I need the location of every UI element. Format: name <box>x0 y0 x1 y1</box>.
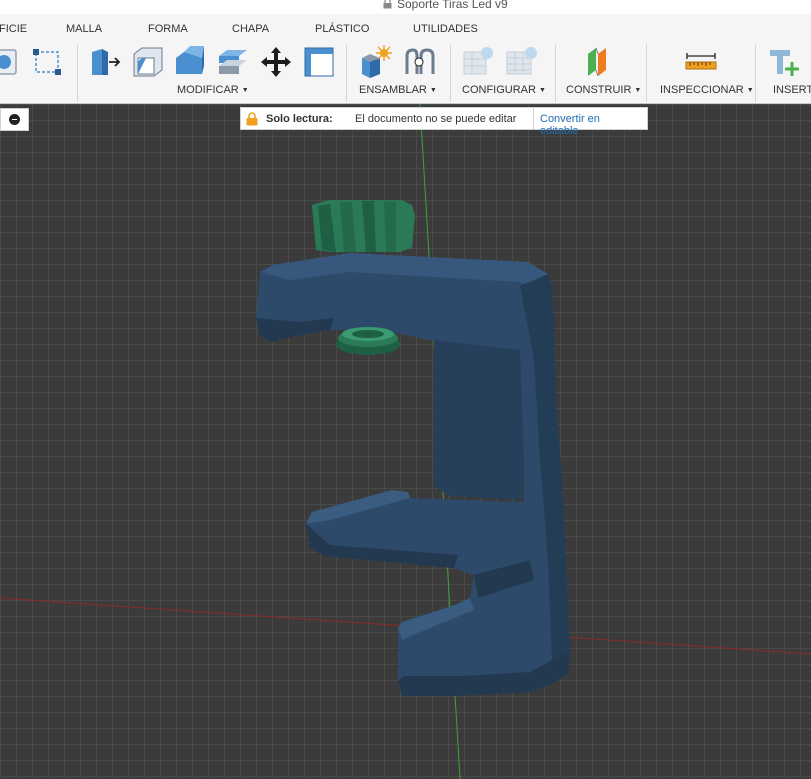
press-pull-button[interactable] <box>86 44 122 80</box>
minus-circle-icon <box>9 114 20 125</box>
chevron-down-icon: ▼ <box>538 87 546 94</box>
model-body <box>256 253 570 696</box>
title-bar: Soporte Tiras Led v9 <box>0 0 811 14</box>
insertar-label: INSERTA <box>773 84 811 96</box>
configure-table-button[interactable] <box>460 44 496 80</box>
fillet-button[interactable] <box>129 44 165 80</box>
ensamblar-label: ENSAMBLAR <box>359 84 427 96</box>
construir-menu[interactable]: CONSTRUIR ▼ <box>566 84 641 96</box>
lock-icon <box>383 0 392 9</box>
ensamblar-menu[interactable]: ENSAMBLAR ▼ <box>359 84 437 96</box>
tab-malla[interactable]: MALLA <box>66 23 102 35</box>
toolbar-separator <box>450 44 451 102</box>
construct-plane-button[interactable] <box>582 44 618 80</box>
chevron-down-icon: ▼ <box>634 87 642 94</box>
viewport-toggle-button[interactable] <box>0 108 29 131</box>
configurar-label: CONFIGURAR <box>462 84 536 96</box>
toolbar-separator <box>646 44 647 102</box>
shell-button[interactable] <box>215 44 251 80</box>
readonly-label: Solo lectura: <box>266 113 333 125</box>
green-knob <box>312 200 415 252</box>
align-button[interactable] <box>301 44 337 80</box>
readonly-notification: Solo lectura: El documento no se puede e… <box>240 107 648 137</box>
toolbar-separator <box>346 44 347 102</box>
modificar-label: MODIFICAR <box>177 84 239 96</box>
chevron-down-icon: ▼ <box>746 87 754 94</box>
readonly-message: El documento no se puede editar <box>355 113 517 125</box>
construir-label: CONSTRUIR <box>566 84 632 96</box>
toolbar-separator <box>555 44 556 102</box>
joint-button[interactable] <box>401 44 437 80</box>
tab-chapa[interactable]: CHAPA <box>232 23 269 35</box>
toolbar-separator <box>755 44 756 102</box>
window-title: Soporte Tiras Led v9 <box>383 0 508 11</box>
tab-superficie[interactable]: FICIE <box>0 23 27 35</box>
surface-tool-button[interactable] <box>0 44 24 80</box>
make-editable-link[interactable]: Convertir en editable <box>533 108 647 137</box>
tab-forma[interactable]: FORMA <box>148 23 188 35</box>
3d-viewport[interactable] <box>0 104 811 779</box>
configurar-menu[interactable]: CONFIGURAR ▼ <box>462 84 546 96</box>
lock-icon <box>246 112 258 126</box>
toolbar: FICIE MALLA FORMA CHAPA PLÁSTICO UTILIDA… <box>0 14 811 104</box>
tab-utilidades[interactable]: UTILIDADES <box>413 23 478 35</box>
modificar-menu[interactable]: MODIFICAR ▼ <box>177 84 249 96</box>
measure-button[interactable] <box>683 44 719 80</box>
move-copy-button[interactable] <box>258 44 294 80</box>
chamfer-button[interactable] <box>172 44 208 80</box>
new-component-button[interactable] <box>358 44 394 80</box>
configure-rules-button[interactable] <box>503 44 539 80</box>
green-thread-ring <box>336 327 400 355</box>
chevron-down-icon: ▼ <box>429 87 437 94</box>
inspeccionar-menu[interactable]: INSPECCIONAR ▼ <box>660 84 754 96</box>
insert-button[interactable] <box>766 44 802 80</box>
toolbar-separator <box>77 44 78 102</box>
window-title-text: Soporte Tiras Led v9 <box>397 0 508 11</box>
inspeccionar-label: INSPECCIONAR <box>660 84 744 96</box>
sketch-frame-button[interactable] <box>29 44 65 80</box>
tab-plastico[interactable]: PLÁSTICO <box>315 23 369 35</box>
chevron-down-icon: ▼ <box>241 87 249 94</box>
model-scene <box>0 104 811 779</box>
insertar-menu[interactable]: INSERTA <box>773 84 811 96</box>
